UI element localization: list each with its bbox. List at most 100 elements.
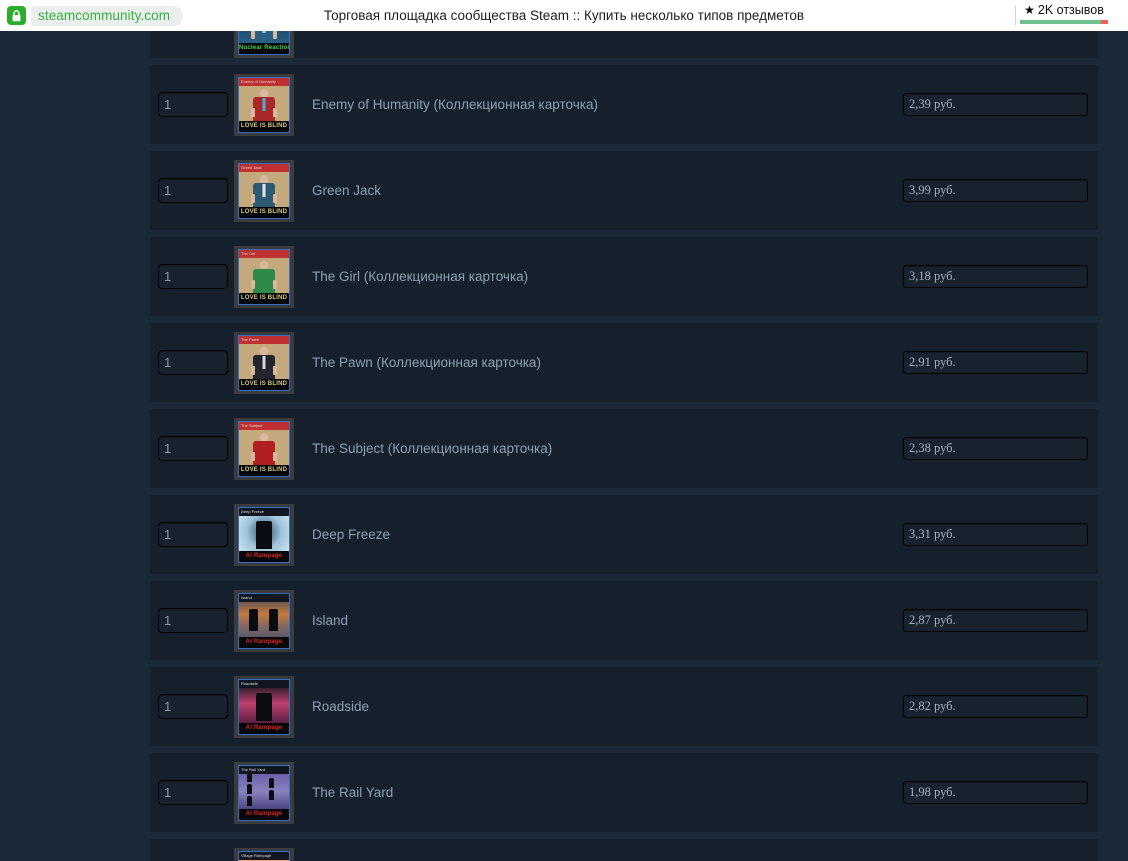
card-figure-arm-right <box>273 279 277 289</box>
item-row[interactable]: Green Jack LOVE IS BLIND Green Jack <box>150 151 1098 230</box>
card-image: Village RampageAI Rampage <box>238 850 290 861</box>
card-figure-tie <box>262 183 266 197</box>
item-card-thumbnail[interactable]: The Girl LOVE IS BLIND <box>234 245 294 308</box>
card-artwork <box>239 171 289 207</box>
item-name-cell: The Subject (Коллекционная карточка) <box>300 440 898 458</box>
item-card-thumbnail[interactable]: Green Jack LOVE IS BLIND <box>234 159 294 222</box>
card-figure-arm-left <box>251 31 255 39</box>
rating-bar <box>1020 20 1108 24</box>
card-artwork <box>239 687 289 723</box>
item-row[interactable]: The Subject LOVE IS BLIND The Subject (Кол… <box>150 409 1098 488</box>
card-figure-arm-left <box>251 279 255 289</box>
card-figure-arm-right <box>273 31 277 39</box>
card-robot-silhouette <box>256 692 272 721</box>
item-name-cell: Island <box>300 612 898 630</box>
rating-bar-negative <box>1100 20 1108 24</box>
item-row[interactable]: Deep Freeze AI Rampage Deep Freeze <box>150 495 1098 574</box>
item-name[interactable]: The Pawn (Коллекционная карточка) <box>312 355 541 370</box>
thumbnail-cell: The Pawn LOVE IS BLIND <box>228 331 300 394</box>
price-input[interactable] <box>903 523 1088 546</box>
card-image: Deep Freeze AI Rampage <box>238 506 290 563</box>
quantity-input[interactable] <box>158 264 228 289</box>
chrome-divider <box>1015 6 1016 25</box>
item-name-cell: The Rail Yard <box>300 784 898 802</box>
card-robot-silhouette <box>269 608 278 631</box>
rating-count-text: 2K отзывов <box>1037 3 1104 17</box>
item-row[interactable]: Island AI Rampage Island <box>150 581 1098 660</box>
item-name[interactable]: Roadside <box>312 699 369 714</box>
card-game-name: AI Rampage <box>239 550 289 562</box>
quantity-input[interactable] <box>158 436 228 461</box>
item-row[interactable]: Village RampageAI Rampage <box>150 839 1098 861</box>
browser-chrome-bar: steamcommunity.com Торговая площадка соо… <box>0 0 1128 31</box>
quantity-input[interactable] <box>158 350 228 375</box>
item-name[interactable]: The Girl (Коллекционная карточка) <box>312 269 528 284</box>
item-name[interactable]: Green Jack <box>312 183 381 198</box>
item-row[interactable]: Nuclear ReactionNuclear Reaction COMPLET… <box>150 31 1098 58</box>
card-figure-arm-left <box>251 193 255 203</box>
item-card-thumbnail[interactable]: Nuclear ReactionNuclear Reaction COMPLET… <box>234 31 294 58</box>
price-input[interactable] <box>903 609 1088 632</box>
card-image: Island AI Rampage <box>238 592 290 649</box>
price-input[interactable] <box>903 93 1088 116</box>
card-game-name: LOVE IS BLIND <box>239 206 289 218</box>
item-name[interactable]: The Subject (Коллекционная карточка) <box>312 441 552 456</box>
card-title-text: Island <box>239 593 289 602</box>
quantity-input[interactable] <box>158 92 228 117</box>
item-row[interactable]: Roadside AI Rampage Roadside <box>150 667 1098 746</box>
card-figure-arm-left <box>251 451 255 461</box>
item-name-cell: The Girl (Коллекционная карточка) <box>300 268 898 286</box>
card-image: Nuclear ReactionNuclear Reaction COMPLET… <box>238 31 290 55</box>
price-cell <box>898 351 1098 374</box>
quantity-input[interactable] <box>158 780 228 805</box>
card-game-name: AI Rampage <box>239 722 289 734</box>
item-row[interactable]: The Pawn LOVE IS BLIND The Pawn (Коллекцио… <box>150 323 1098 402</box>
card-image: The Pawn LOVE IS BLIND <box>238 334 290 391</box>
item-card-thumbnail[interactable]: The Pawn LOVE IS BLIND <box>234 331 294 394</box>
card-figure-arm-right <box>273 365 277 375</box>
price-input[interactable] <box>903 351 1088 374</box>
item-card-thumbnail[interactable]: Roadside AI Rampage <box>234 675 294 738</box>
quantity-input[interactable] <box>158 608 228 633</box>
card-figure-tie <box>262 31 266 33</box>
item-card-thumbnail[interactable]: The Subject LOVE IS BLIND <box>234 417 294 480</box>
card-robot-silhouette <box>249 608 258 631</box>
quantity-cell <box>150 178 228 203</box>
price-input[interactable] <box>903 179 1088 202</box>
thumbnail-cell: Deep Freeze AI Rampage <box>228 503 300 566</box>
item-row[interactable]: The Girl LOVE IS BLIND The Girl (Коллекцио… <box>150 237 1098 316</box>
price-cell <box>898 437 1098 460</box>
quantity-cell <box>150 92 228 117</box>
item-row[interactable]: Enemy of HumanityLOVE IS BLIND Enemy of H… <box>150 65 1098 144</box>
item-name[interactable]: Island <box>312 613 348 628</box>
thumbnail-cell: Green Jack LOVE IS BLIND <box>228 159 300 222</box>
card-figure-arm-left <box>251 365 255 375</box>
item-card-thumbnail[interactable]: Enemy of Humanity LOVE IS BLIND <box>234 73 294 136</box>
price-input[interactable] <box>903 781 1088 804</box>
url-bar[interactable]: steamcommunity.com <box>31 5 184 26</box>
rating-widget[interactable]: ★ 2K отзывов <box>1018 3 1110 24</box>
price-cell <box>898 523 1098 546</box>
card-figure-arm-right <box>273 193 277 203</box>
item-card-thumbnail[interactable]: Deep Freeze AI Rampage <box>234 503 294 566</box>
lock-icon <box>7 6 26 25</box>
quantity-input[interactable] <box>158 178 228 203</box>
item-row[interactable]: The Rail Yard AI Rampage The Rail Yard <box>150 753 1098 832</box>
quantity-input[interactable] <box>158 694 228 719</box>
item-name[interactable]: Enemy of Humanity (Коллекционная карточк… <box>312 97 598 112</box>
card-artwork <box>239 429 289 465</box>
item-rows-list: Nuclear ReactionNuclear Reaction COMPLET… <box>150 31 1098 861</box>
item-card-thumbnail[interactable]: Village RampageAI Rampage <box>234 847 294 861</box>
quantity-cell <box>150 608 228 633</box>
price-input[interactable] <box>903 265 1088 288</box>
item-name[interactable]: The Rail Yard <box>312 785 393 800</box>
item-name[interactable]: Deep Freeze <box>312 527 390 542</box>
item-card-thumbnail[interactable]: Island AI Rampage <box>234 589 294 652</box>
price-input[interactable] <box>903 437 1088 460</box>
quantity-input[interactable] <box>158 522 228 547</box>
price-input[interactable] <box>903 695 1088 718</box>
card-image: The Girl LOVE IS BLIND <box>238 248 290 305</box>
item-card-thumbnail[interactable]: The Rail Yard AI Rampage <box>234 761 294 824</box>
card-game-name: LOVE IS BLIND <box>239 292 289 304</box>
quantity-cell <box>150 436 228 461</box>
